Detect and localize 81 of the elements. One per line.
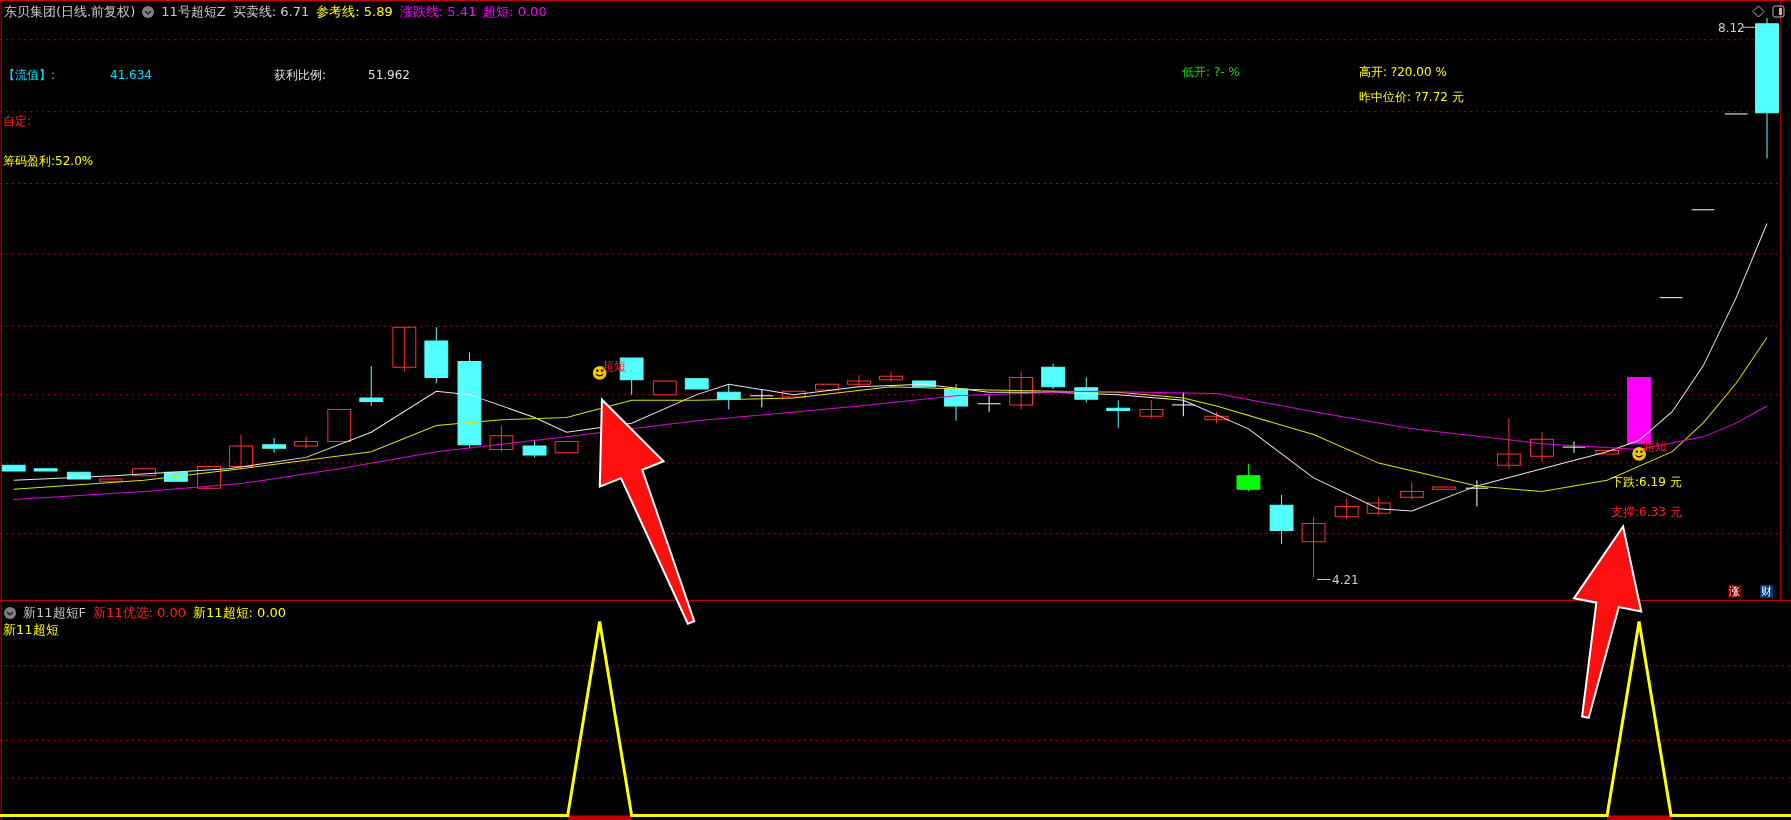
indicator-value: 参考线: 5.89: [316, 4, 393, 20]
candlestick: [1530, 431, 1554, 463]
candlestick: [1, 464, 26, 472]
candlestick: [424, 326, 449, 384]
candlestick: [749, 388, 774, 408]
candlestick: [66, 471, 91, 480]
candlestick: [1106, 399, 1131, 429]
candlestick: [522, 439, 547, 458]
signal-fill: [1607, 815, 1672, 820]
mid-price-text: 昨中位价: ?7.72 元: [1359, 90, 1464, 104]
candlestick: [716, 383, 741, 410]
candlestick: [1041, 363, 1066, 390]
candlestick: [392, 326, 417, 373]
candlestick: [815, 383, 839, 391]
candlestick: [1399, 482, 1424, 501]
candlestick: [1334, 497, 1359, 520]
candlestick: [229, 434, 253, 470]
chart-title: 东贝集团(日线.前复权): [4, 4, 136, 20]
chip-profit-text: 筹码盈利:52.0%: [3, 154, 94, 168]
stat-label: 获利比例:: [274, 68, 327, 82]
price-level-dash: [1691, 209, 1715, 211]
candlestick: [1204, 411, 1229, 424]
candlestick: [489, 424, 514, 453]
candlestick: [262, 437, 287, 454]
candlestick: [554, 440, 579, 454]
candlestick: [1139, 399, 1164, 420]
candlestick: [1301, 516, 1326, 578]
indicator-name: 11号超短Z: [161, 4, 226, 20]
candlestick: [1171, 391, 1196, 417]
candlestick: [294, 436, 319, 449]
candlestick: [652, 380, 677, 396]
candlestick: [33, 468, 58, 472]
candlestick: [1464, 479, 1489, 507]
candlestick: [879, 371, 903, 383]
indicator-name: 新11超短F: [23, 605, 87, 621]
indicator-value: 新11优选: 0.00: [93, 605, 187, 621]
candlestick: [1431, 486, 1456, 490]
dropdown-icon[interactable]: [142, 6, 155, 18]
indicator-value: 超短: 0.00: [483, 4, 547, 20]
panel-toggle-icon[interactable]: [1772, 5, 1785, 18]
candlestick: [1269, 494, 1294, 545]
info-badge[interactable]: 财: [1760, 585, 1773, 598]
candlestick: [164, 471, 188, 482]
candlestick: [847, 374, 871, 388]
candlestick: [1496, 418, 1521, 470]
price-level-dash: [1724, 113, 1749, 115]
candlestick: [1562, 440, 1586, 454]
candlestick: [1236, 463, 1261, 493]
diamond-icon[interactable]: [1752, 5, 1765, 18]
candlestick: [132, 468, 156, 477]
stat-label: 【流值】:: [3, 68, 56, 82]
price-level-dash: [1659, 297, 1683, 299]
candlestick: [912, 380, 936, 388]
support-level-text: 支撑:6.33 元: [1611, 505, 1682, 519]
high-open-text: 高开: ?20.00 %: [1359, 65, 1447, 79]
candlestick: [359, 365, 384, 407]
fall-level-text: 下跌:6.19 元: [1611, 475, 1682, 489]
candlestick: [977, 395, 1002, 413]
candlestick: [1074, 377, 1099, 404]
candlestick: [684, 378, 709, 390]
low-open-text: 低开: ?- %: [1182, 65, 1240, 79]
indicator-value: 新11超短: 0.00: [193, 605, 287, 621]
low-price-label: 4.21: [1332, 573, 1359, 587]
candlestick: [327, 408, 352, 442]
high-price-label: 8.12: [1718, 21, 1745, 35]
candlestick: [1009, 371, 1034, 410]
candlestick: [98, 478, 123, 482]
signal-fill: [567, 815, 632, 820]
candlestick: [197, 466, 221, 489]
legend-label: 新11超短: [3, 623, 59, 637]
dropdown-icon[interactable]: [4, 607, 16, 619]
indicator-value: 涨跌线: 5.41: [399, 4, 477, 20]
candlestick: [781, 390, 806, 398]
indicator-value: 买卖线: 6.71: [232, 4, 310, 20]
candlestick: [944, 383, 968, 422]
stat-value: 51.962: [368, 68, 410, 82]
info-badge[interactable]: 涨: [1728, 585, 1741, 598]
candlestick: [1595, 450, 1619, 455]
stat-value: 41.634: [110, 68, 152, 82]
custom-label: 自定:: [3, 114, 32, 128]
candlestick: [1366, 496, 1391, 517]
